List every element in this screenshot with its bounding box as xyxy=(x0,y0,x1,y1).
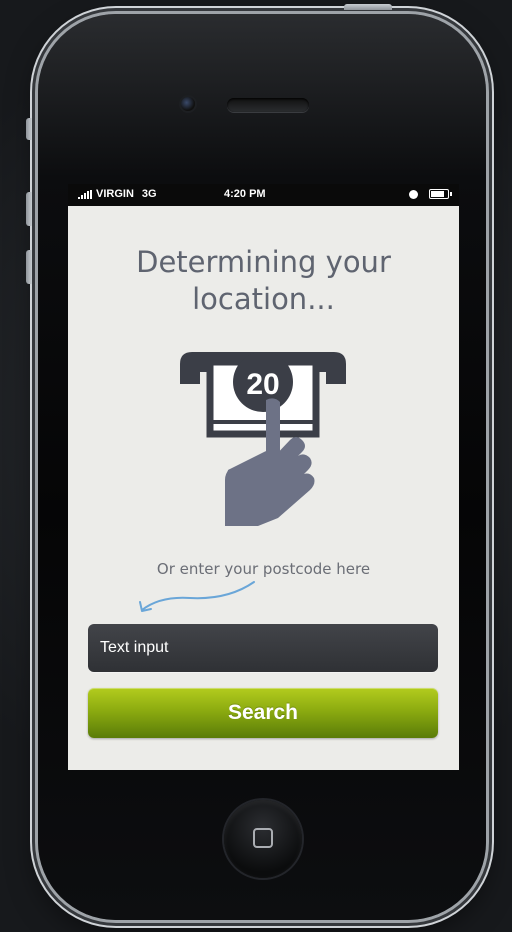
status-time: 4:20 PM xyxy=(224,188,266,200)
device-scene: VIRGIN 3G 4:20 PM Determining your locat… xyxy=(0,0,512,932)
page-title: Determining your location... xyxy=(68,244,459,318)
status-bar: VIRGIN 3G 4:20 PM xyxy=(68,184,459,206)
app-screen: VIRGIN 3G 4:20 PM Determining your locat… xyxy=(68,184,459,770)
orientation-lock-icon xyxy=(409,189,418,199)
network-type: 3G xyxy=(141,188,157,200)
postcode-input[interactable]: Text input xyxy=(88,624,438,672)
title-line-1: Determining your xyxy=(136,245,391,279)
home-button[interactable] xyxy=(224,800,302,878)
postcode-hint: Or enter your postcode here xyxy=(156,560,371,578)
status-icons xyxy=(409,189,452,199)
curved-arrow-icon xyxy=(139,581,255,612)
hand-inserting-banknote-icon: 20 xyxy=(180,352,346,526)
sleep-wake-button xyxy=(344,4,392,10)
volume-down-button xyxy=(26,250,32,284)
front-camera xyxy=(181,97,195,111)
title-line-2: location... xyxy=(192,282,335,316)
volume-up-button xyxy=(26,192,32,226)
home-square-icon xyxy=(253,828,273,848)
search-button[interactable]: Search xyxy=(88,688,438,738)
postcode-input-value: Text input xyxy=(100,639,169,656)
carrier-name: VIRGIN xyxy=(96,188,134,200)
battery-icon xyxy=(429,189,452,199)
earpiece-speaker xyxy=(227,98,309,112)
banknote-value: 20 xyxy=(246,368,279,401)
iphone-frame: VIRGIN 3G 4:20 PM Determining your locat… xyxy=(26,4,486,920)
mute-switch xyxy=(26,118,32,140)
signal-strength-icon xyxy=(78,189,93,199)
carrier-info: VIRGIN 3G xyxy=(78,188,157,200)
search-button-label: Search xyxy=(227,701,299,724)
